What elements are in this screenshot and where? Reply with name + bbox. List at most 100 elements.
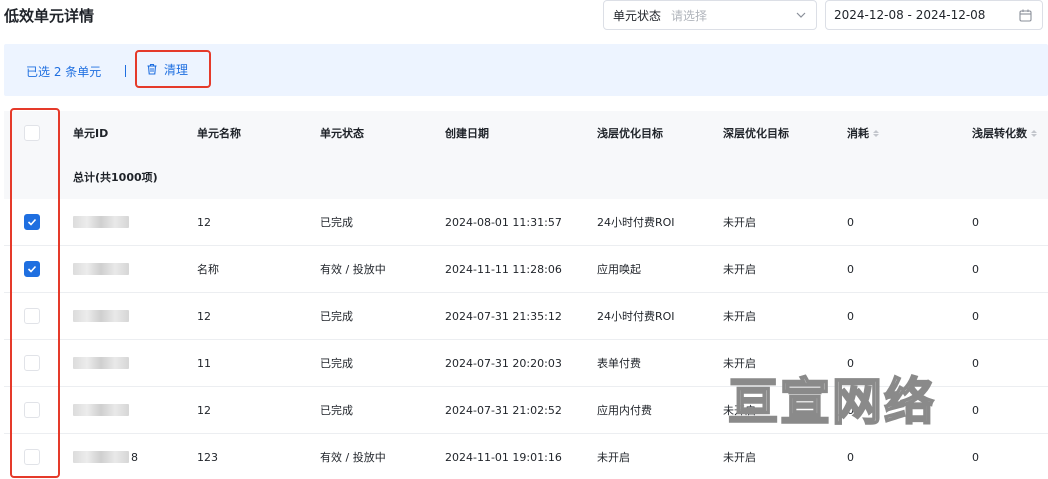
created-date-cell: 2024-08-01 11:31:57 [445,215,562,229]
page-title: 低效单元详情 [4,7,95,25]
shallow-goal-cell: 24小时付费ROI [597,310,675,323]
shallow-conv-cell: 0 [972,356,979,370]
created-date-cell: 2024-11-11 11:28:06 [445,262,562,276]
unit-status-cell: 有效 / 投放中 [320,263,386,276]
cost-cell: 0 [847,403,854,417]
shallow-conv-header-label: 浅层转化数 [972,127,1027,140]
column-header-unit-status: 单元状态 [320,127,364,140]
redacted-unit-id [73,451,129,463]
table-row[interactable]: 12 已完成 2024-07-31 21:35:12 24小时付费ROI 未开启 0 0 [4,293,1048,340]
deep-goal-cell: 未开启 [723,451,756,464]
shallow-conv-cell: 0 [972,309,979,323]
row-checkbox[interactable] [24,402,40,418]
unit-id-tail: 8 [131,450,138,464]
column-header-deep-goal: 深层优化目标 [723,127,789,140]
table-header: 单元ID 单元名称 单元状态 创建日期 浅层优化目标 深层优化目标 消耗 浅层转… [4,111,1048,155]
clear-button-label: 清理 [164,62,189,77]
unit-id-cell [73,293,131,339]
row-checkbox[interactable] [24,308,40,324]
unit-id-cell [73,387,131,433]
select-all-cell [4,111,60,155]
column-header-unit-name: 单元名称 [197,127,241,140]
trash-icon [147,63,157,75]
shallow-goal-cell: 应用内付费 [597,404,652,417]
cost-cell: 0 [847,215,854,229]
clear-button[interactable]: 清理 [135,50,211,88]
redacted-unit-id [73,357,129,369]
deep-goal-cell: 未开启 [723,357,756,370]
sort-icon[interactable] [873,129,879,137]
unit-id-cell [73,199,131,245]
row-checkbox[interactable] [24,214,40,230]
deep-goal-cell: 未开启 [723,216,756,229]
row-checkbox-cell [4,340,60,386]
check-icon [27,265,37,273]
row-checkbox[interactable] [24,261,40,277]
row-checkbox-cell [4,387,60,433]
date-range-value: 2024-12-08 - 2024-12-08 [834,8,986,22]
row-checkbox-cell [4,199,60,245]
unit-status-cell: 已完成 [320,404,353,417]
column-header-created-date: 创建日期 [445,127,489,140]
created-date-cell: 2024-07-31 21:02:52 [445,403,562,417]
deep-goal-cell: 未开启 [723,263,756,276]
deep-goal-cell: 未开启 [723,404,756,417]
unit-status-cell: 已完成 [320,357,353,370]
unit-table: 单元ID 单元名称 单元状态 创建日期 浅层优化目标 深层优化目标 消耗 浅层转… [4,111,1048,479]
table-row[interactable]: 11 已完成 2024-07-31 20:20:03 表单付费 未开启 0 0 [4,340,1048,387]
redacted-unit-id [73,216,129,228]
sort-icon[interactable] [1031,129,1037,137]
column-header-cost[interactable]: 消耗 [847,111,879,155]
selected-count: 已选 2 条单元 [26,65,102,79]
date-range-picker[interactable]: 2024-12-08 - 2024-12-08 [825,0,1043,30]
status-select-label: 单元状态 [613,8,662,23]
cost-cell: 0 [847,262,854,276]
selection-separator [125,65,126,77]
unit-name-cell: 11 [197,356,211,370]
status-select-placeholder: 请选择 [671,8,708,23]
row-checkbox-cell [4,246,60,292]
unit-name-cell: 12 [197,309,211,323]
cost-cell: 0 [847,450,854,464]
shallow-conv-cell: 0 [972,450,979,464]
total-label: 总计(共1000项) [73,171,158,184]
unit-id-cell [73,340,131,386]
unit-status-cell: 已完成 [320,216,353,229]
selection-bar: 已选 2 条单元 清理 [4,44,1048,96]
table-row[interactable]: 12 已完成 2024-07-31 21:02:52 应用内付费 未开启 0 0 [4,387,1048,434]
cost-header-label: 消耗 [847,127,869,140]
calendar-icon [1019,9,1032,22]
unit-name-cell: 12 [197,215,211,229]
redacted-unit-id [73,263,129,275]
unit-name-cell: 123 [197,450,218,464]
shallow-conv-cell: 0 [972,403,979,417]
redacted-unit-id [73,404,129,416]
table-row[interactable]: 名称 有效 / 投放中 2024-11-11 11:28:06 应用唤起 未开启 0 0 [4,246,1048,293]
created-date-cell: 2024-07-31 20:20:03 [445,356,562,370]
column-header-shallow-conv[interactable]: 浅层转化数 [972,111,1037,155]
table-row[interactable]: 8 123 有效 / 投放中 2024-11-01 19:01:16 未开启 未开启 0 0 [4,434,1048,479]
shallow-conv-cell: 0 [972,262,979,276]
cost-cell: 0 [847,356,854,370]
row-checkbox[interactable] [24,355,40,371]
chevron-down-icon [796,12,806,18]
shallow-goal-cell: 未开启 [597,451,630,464]
unit-status-cell: 有效 / 投放中 [320,451,386,464]
redacted-unit-id [73,310,129,322]
unit-id-cell: 8 [73,434,138,479]
created-date-cell: 2024-07-31 21:35:12 [445,309,562,323]
unit-name-cell: 12 [197,403,211,417]
row-checkbox-cell [4,293,60,339]
unit-status-select[interactable]: 单元状态 请选择 [603,0,817,30]
select-all-checkbox[interactable] [24,125,40,141]
column-header-shallow-goal: 浅层优化目标 [597,127,663,140]
unit-id-cell [73,246,131,292]
check-icon [27,218,37,226]
unit-name-cell: 名称 [197,263,219,276]
unit-status-cell: 已完成 [320,310,353,323]
row-checkbox-cell [4,434,60,479]
created-date-cell: 2024-11-01 19:01:16 [445,450,562,464]
shallow-goal-cell: 应用唤起 [597,263,641,276]
row-checkbox[interactable] [24,449,40,465]
table-row[interactable]: 12 已完成 2024-08-01 11:31:57 24小时付费ROI 未开启 0 0 [4,199,1048,246]
